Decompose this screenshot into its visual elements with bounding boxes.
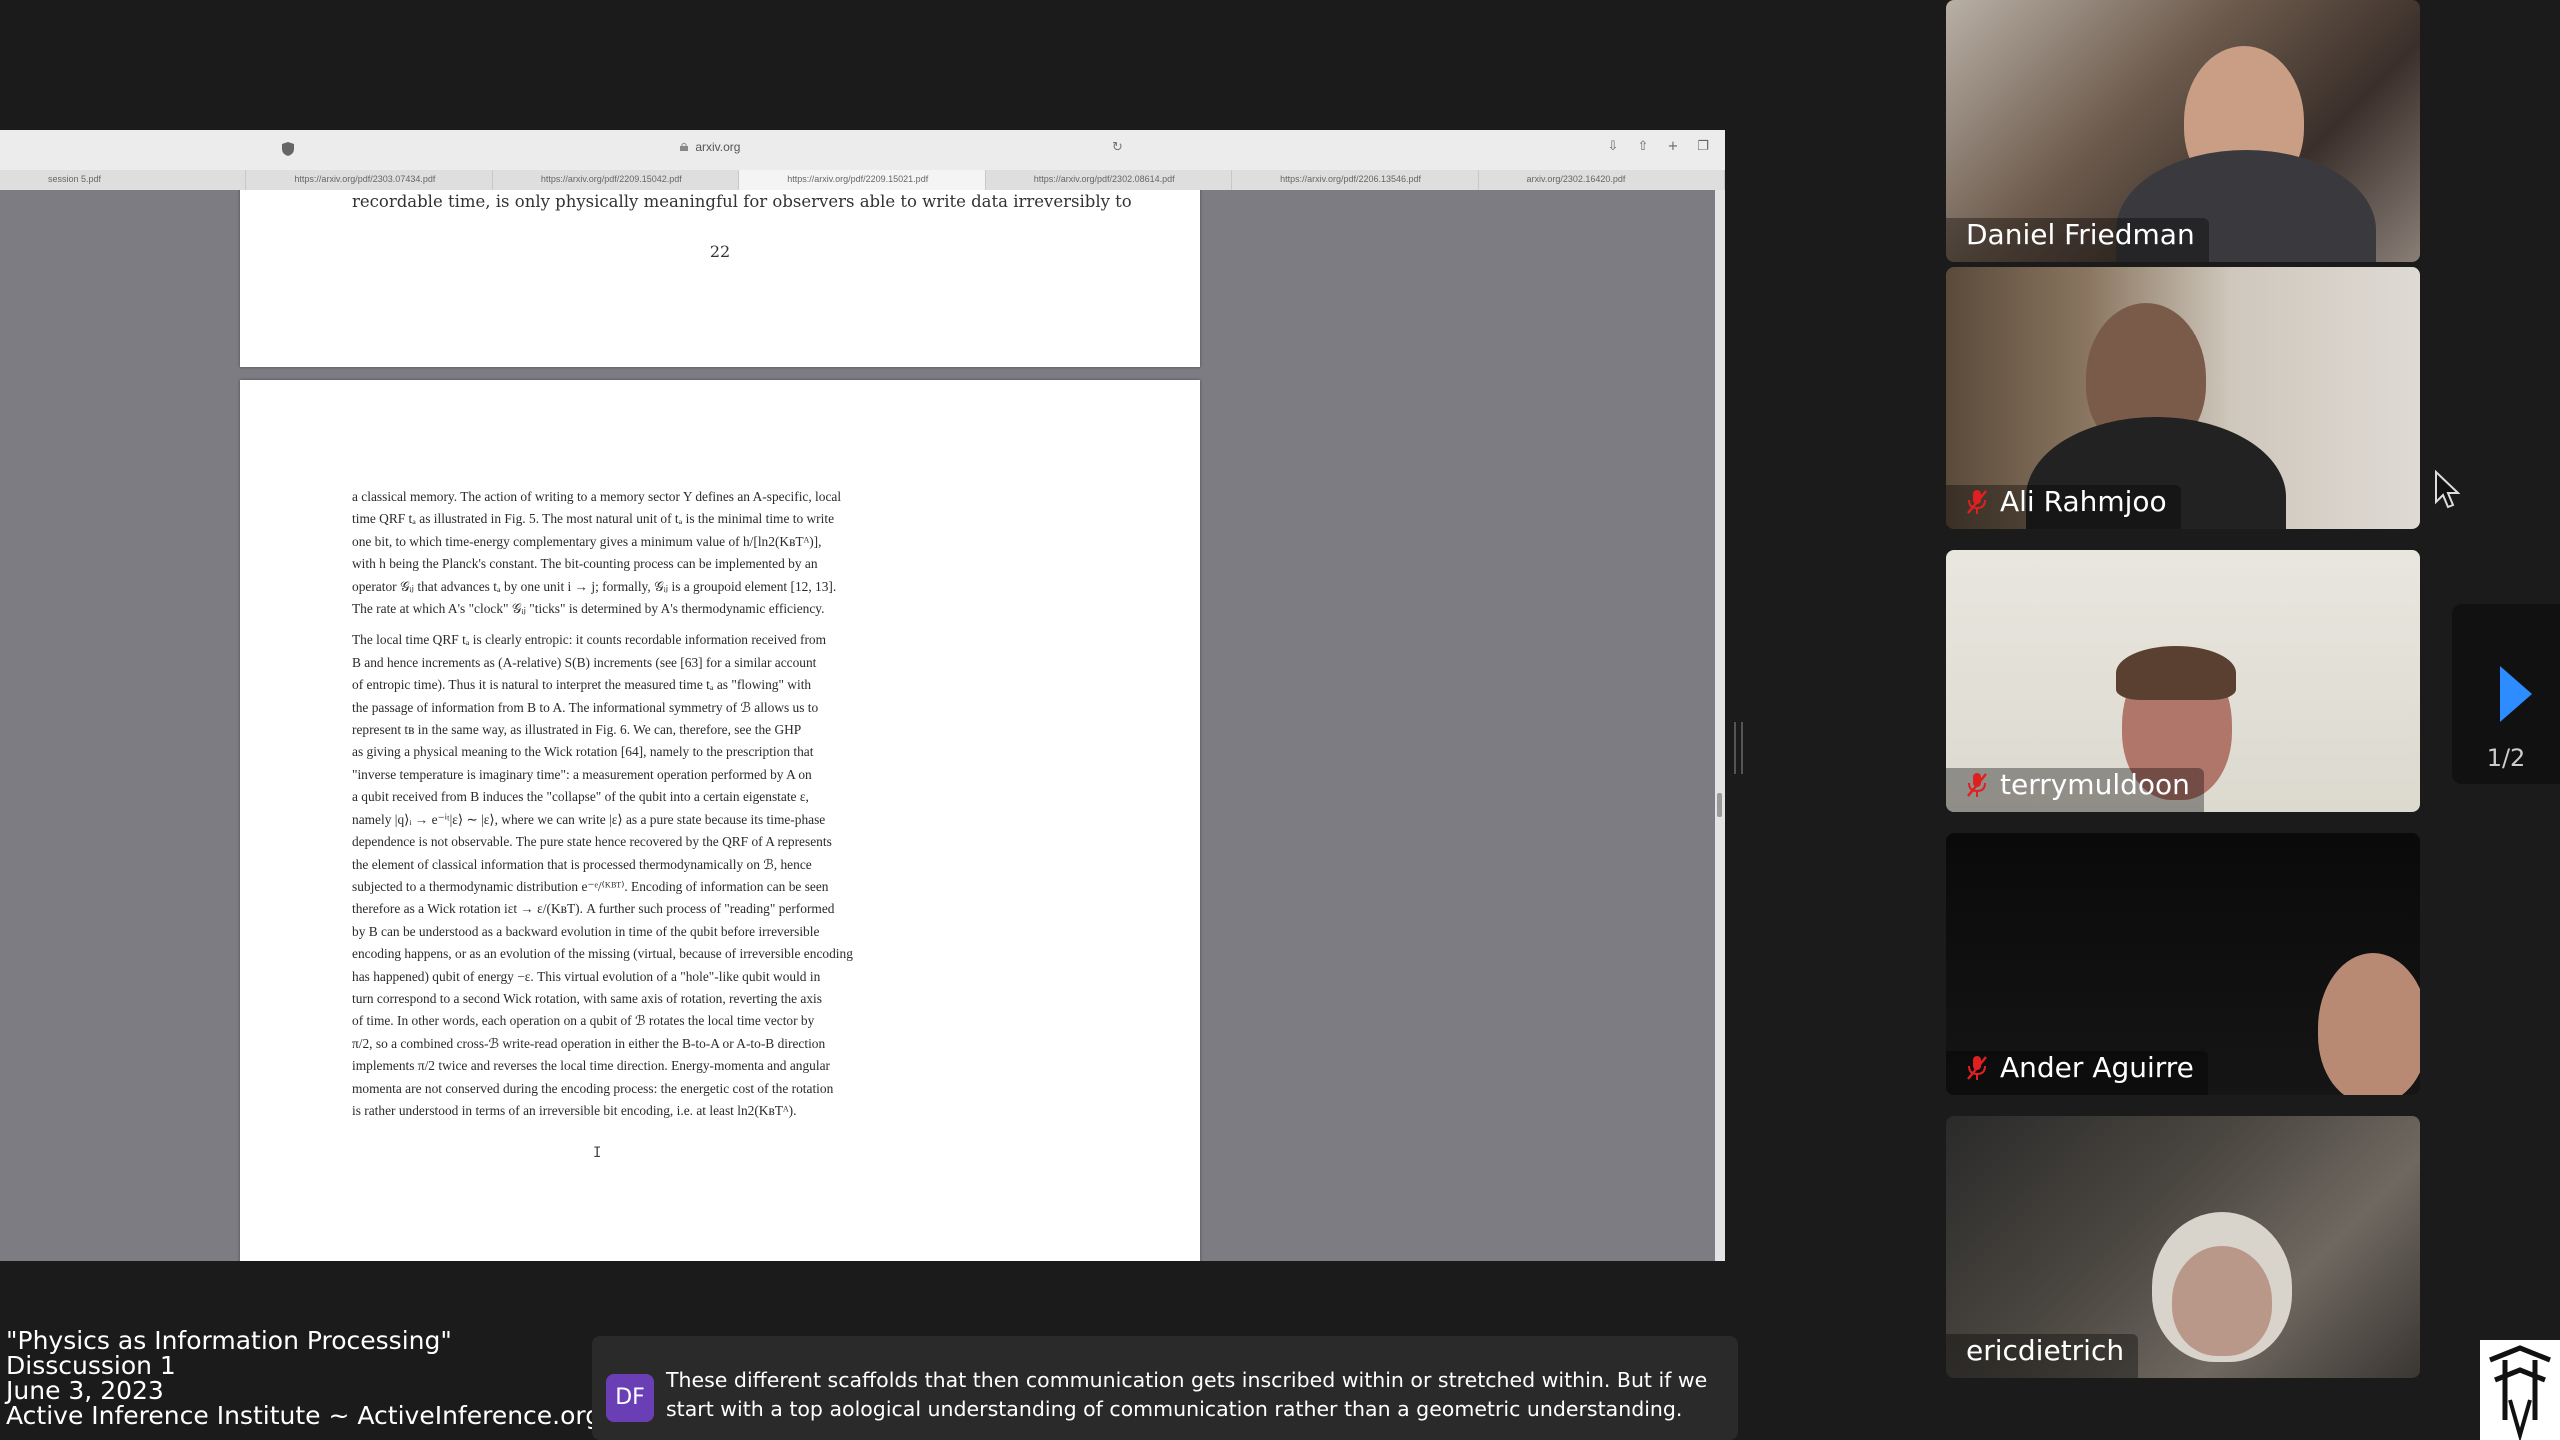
text-line: The local time QRF tₐ is clearly entropi… — [352, 632, 827, 648]
session-org: Active Inference Institute ~ ActiveInfer… — [6, 1401, 602, 1430]
text-line: as giving a physical meaning to the Wick… — [352, 744, 814, 760]
text-line: namely |q⟩ᵢ → e⁻ⁱᵗ|ε⟩ ∼ |ε⟩, where we ca… — [352, 811, 826, 827]
url-text: arxiv.org — [695, 140, 741, 154]
browser-tab[interactable]: https://arxiv.org/pdf/2209.15042.pdf — [493, 170, 740, 190]
video-tile[interactable]: Daniel Friedman — [1946, 0, 2420, 262]
text-line: turn correspond to a second Wick rotatio… — [352, 990, 822, 1006]
new-tab-icon[interactable]: + — [1665, 139, 1681, 155]
page-number: 22 — [709, 242, 731, 261]
participant-name: ericdietrich — [1946, 1334, 2139, 1378]
text-line: the passage of information from B to A. … — [352, 699, 819, 715]
browser-tools: ⇩ ⇧ + ❐ — [1605, 139, 1711, 155]
paragraph: a classical memory. The action of writin… — [352, 486, 1082, 620]
text-line: by B can be understood as a backward evo… — [352, 923, 820, 939]
tab-strip: session 5.pdf https://arxiv.org/pdf/2303… — [0, 170, 1725, 190]
pdf-page-current: a classical memory. The action of writin… — [240, 380, 1200, 1261]
text-line: dependence is not observable. The pure s… — [352, 834, 832, 850]
video-tile[interactable]: Ander Aguirre — [1946, 833, 2420, 1095]
text-line: has happened) qubit of energy −ε. This v… — [352, 968, 821, 984]
session-info: "Physics as Information Processing" Diss… — [6, 1328, 601, 1428]
video-tile[interactable]: ericdietrich — [1946, 1116, 2420, 1378]
caption-text: These different scaffolds that then comm… — [666, 1368, 1708, 1421]
page-text: a classical memory. The action of writin… — [352, 486, 1082, 1131]
text-line: is rather understood in terms of an irre… — [352, 1102, 797, 1118]
participant-name: terrymuldoon — [1946, 768, 2204, 812]
participant-name: Daniel Friedman — [1946, 218, 2209, 262]
gallery-page-indicator: 1/2 — [2486, 744, 2526, 772]
mic-muted-icon — [1967, 1056, 1987, 1080]
text-line: B and hence increments as (A-relative) S… — [352, 654, 817, 670]
next-arrow-icon — [2500, 666, 2532, 722]
text-line: therefore as a Wick rotation iεt → ε/(Kʙ… — [352, 901, 835, 917]
text-line: represent tʙ in the same way, as illustr… — [352, 722, 802, 738]
text-line: one bit, to which time-energy complement… — [352, 533, 822, 549]
live-caption: DF These different scaffolds that then c… — [592, 1336, 1738, 1440]
text-line: operator 𝒢ᵢⱼ that advances tₐ by one uni… — [352, 578, 837, 594]
download-icon[interactable]: ⇩ — [1605, 139, 1621, 155]
text-line: of time. In other words, each operation … — [352, 1013, 815, 1029]
institute-logo-icon — [2480, 1340, 2560, 1440]
browser-tab[interactable]: session 5.pdf — [0, 170, 247, 190]
pdf-page-previous: recordable time, is only physically mean… — [240, 190, 1200, 367]
participant-video — [2116, 646, 2236, 700]
tabs-overview-icon[interactable]: ❐ — [1695, 139, 1711, 155]
participant-name: Ander Aguirre — [1946, 1051, 2208, 1095]
browser-tab[interactable]: arxiv.org/2302.16420.pdf — [1479, 170, 1725, 190]
text-line: encoding happens, or as an evolution of … — [352, 946, 853, 962]
pdf-viewer[interactable]: recordable time, is only physically mean… — [0, 190, 1715, 1261]
text-line: with h being the Planck's constant. The … — [352, 556, 818, 572]
video-tile[interactable]: Ali Rahmjoo — [1946, 267, 2420, 529]
browser-tab[interactable]: https://arxiv.org/pdf/2302.08614.pdf — [986, 170, 1233, 190]
mic-muted-icon — [1967, 773, 1987, 797]
participant-video — [2318, 953, 2420, 1095]
mouse-pointer-icon — [2435, 470, 2460, 509]
video-tile[interactable]: terrymuldoon — [1946, 550, 2420, 812]
paragraph: The local time QRF tₐ is clearly entropi… — [352, 629, 1082, 1122]
session-title: "Physics as Information Processing" — [6, 1326, 452, 1355]
browser-tab-active[interactable]: https://arxiv.org/pdf/2209.15021.pdf — [739, 170, 986, 190]
text-line: The rate at which A's "clock" 𝒢ᵢⱼ "ticks… — [352, 601, 825, 617]
text-line: a classical memory. The action of writin… — [352, 489, 842, 504]
scrollbar-thumb[interactable] — [1717, 793, 1722, 817]
text-line: π/2, so a combined cross-ℬ write-read op… — [352, 1035, 826, 1051]
shield-icon[interactable] — [282, 142, 294, 156]
shared-screen: arxiv.org ↻ ⇩ ⇧ + ❐ session 5.pdf https:… — [0, 130, 1725, 1261]
text-cursor-icon: I — [593, 1145, 602, 1161]
text-line: the element of classical information tha… — [352, 856, 812, 872]
gallery-next-button[interactable]: 1/2 — [2452, 604, 2560, 784]
address-bar[interactable]: arxiv.org — [680, 140, 1180, 154]
participant-video — [2172, 1246, 2272, 1356]
participant-name: Ali Rahmjoo — [1946, 485, 2181, 529]
text-line: momenta are not conserved during the enc… — [352, 1080, 834, 1096]
session-date: June 3, 2023 — [6, 1376, 164, 1405]
lock-icon — [680, 142, 688, 151]
text-line: a qubit received from B induces the "col… — [352, 789, 809, 805]
split-handle[interactable] — [1734, 722, 1743, 774]
text-line: of entropic time). Thus it is natural to… — [352, 677, 812, 693]
browser-toolbar: arxiv.org ↻ ⇩ ⇧ + ❐ — [0, 130, 1725, 171]
session-subtitle: Disscussion 1 — [6, 1351, 176, 1380]
mic-muted-icon — [1967, 490, 1987, 514]
reload-icon[interactable]: ↻ — [1112, 140, 1123, 155]
text-line: time QRF tₐ as illustrated in Fig. 5. Th… — [352, 511, 835, 527]
browser-tab[interactable]: https://arxiv.org/pdf/2206.13546.pdf — [1232, 170, 1479, 190]
scrollbar[interactable] — [1715, 190, 1725, 1261]
text-line: "inverse temperature is imaginary time":… — [352, 766, 812, 782]
browser-tab[interactable]: https://arxiv.org/pdf/2303.07434.pdf — [246, 170, 493, 190]
share-icon[interactable]: ⇧ — [1635, 139, 1651, 155]
page-last-line: recordable time, is only physically mean… — [352, 192, 1132, 211]
text-line: subjected to a thermodynamic distributio… — [352, 878, 829, 894]
speaker-avatar: DF — [606, 1374, 654, 1422]
text-line: implements π/2 twice and reverses the lo… — [352, 1058, 831, 1074]
